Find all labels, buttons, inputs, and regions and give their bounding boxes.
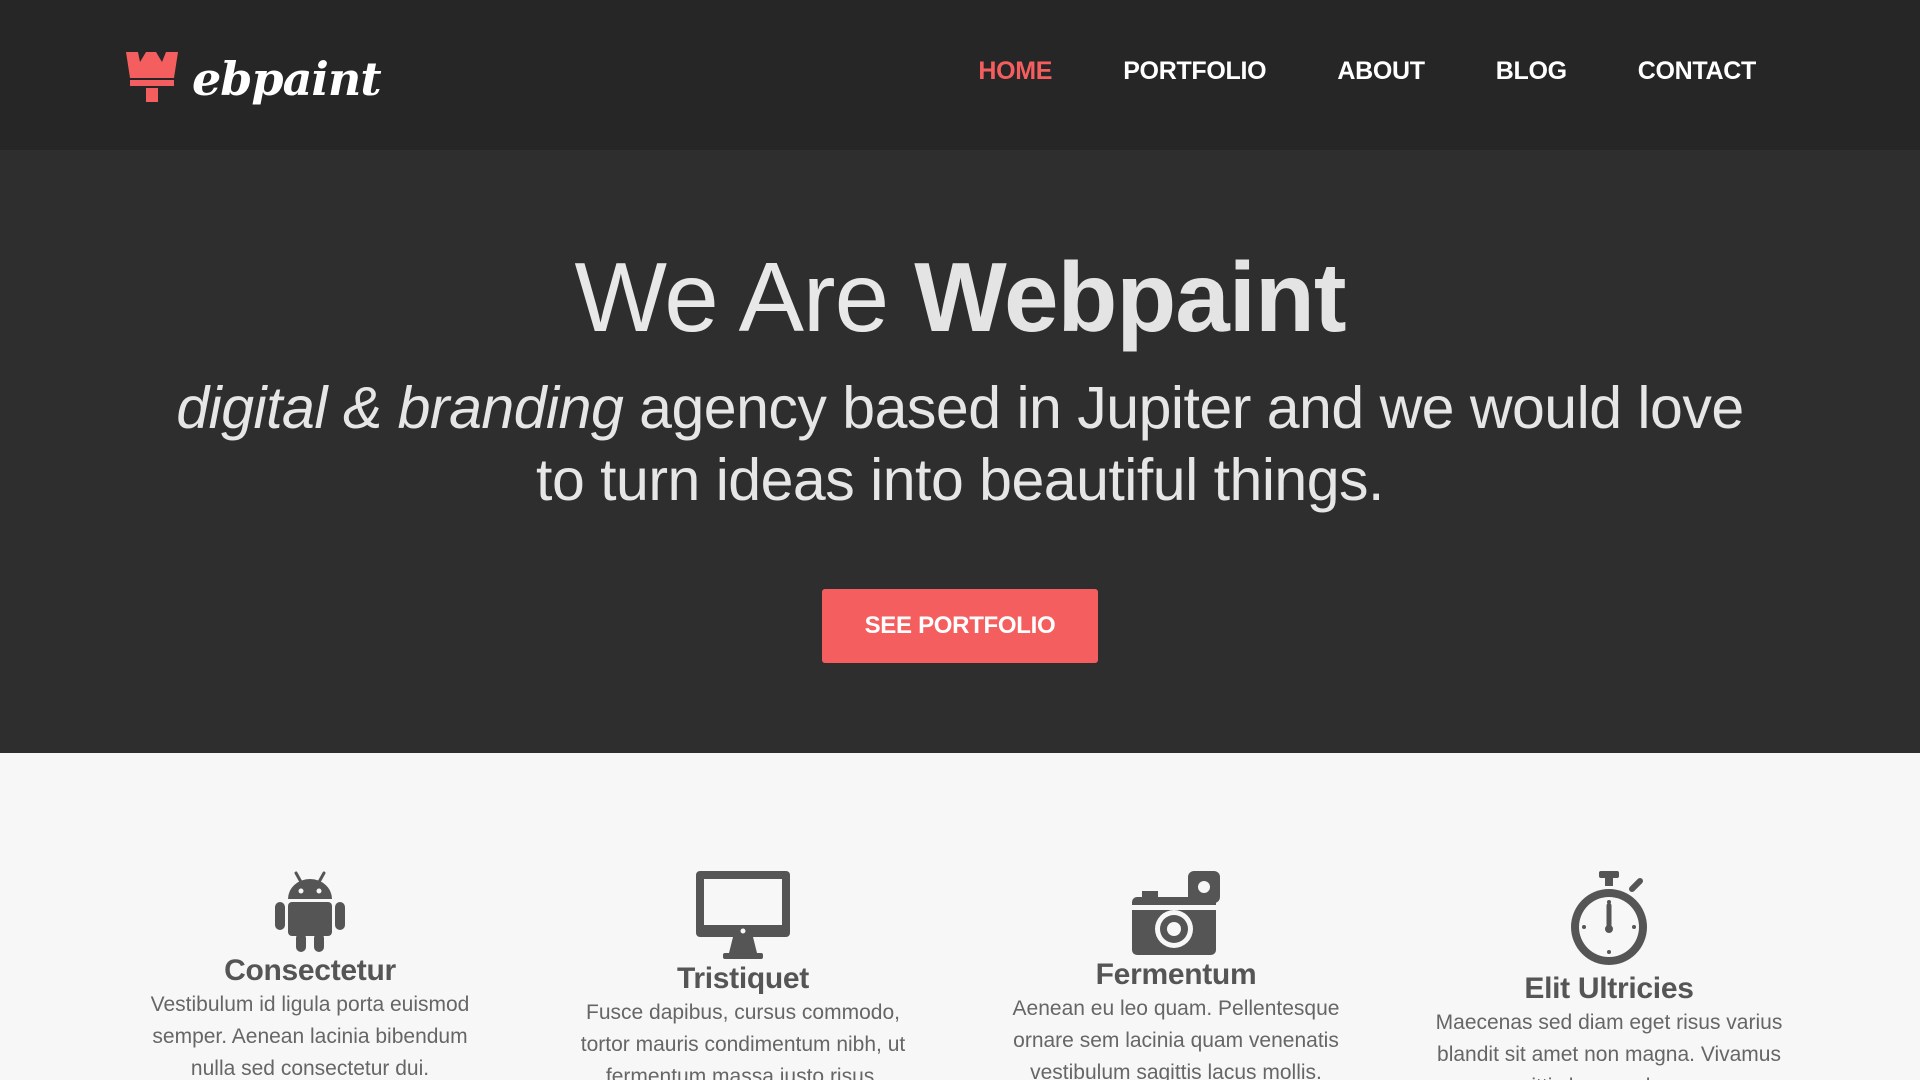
features-section: Consectetur Vestibulum id ligula porta e… xyxy=(0,753,1920,1080)
nav-item-blog[interactable]: BLOG xyxy=(1496,57,1567,86)
hero-subtitle-italic: digital & branding xyxy=(176,375,624,441)
stopwatch-icon xyxy=(1571,871,1647,965)
nav-item-portfolio[interactable]: PORTFOLIO xyxy=(1123,57,1266,86)
feature-card: Elit Ultricies Maecenas sed diam eget ri… xyxy=(1429,871,1789,1080)
monitor-icon xyxy=(696,871,790,959)
logo-text: ebpaint xyxy=(192,52,382,106)
feature-text: Aenean eu leo quam. Pellentesque ornare … xyxy=(1012,997,1340,1080)
feature-text: Maecenas sed diam eget risus varius blan… xyxy=(1435,1011,1783,1080)
feature-title: Tristiquet xyxy=(676,962,809,995)
paint-brush-logo-icon xyxy=(126,52,178,102)
nav-item-contact[interactable]: CONTACT xyxy=(1638,57,1757,86)
feature-title: Elit Ultricies xyxy=(1524,972,1694,1005)
feature-text: Vestibulum id ligula porta euismod sempe… xyxy=(150,993,470,1080)
hero-section: We Are Webpaint digital & branding agenc… xyxy=(0,150,1920,753)
feature-text: Fusce dapibus, cursus commodo, tortor ma… xyxy=(580,1001,906,1080)
android-icon xyxy=(275,871,345,952)
camera-icon xyxy=(1132,871,1220,955)
hero-title-bold: Webpaint xyxy=(914,242,1346,352)
feature-card: Consectetur Vestibulum id ligula porta e… xyxy=(130,871,490,1080)
hero-title-light: We Are xyxy=(574,242,915,352)
nav-item-about[interactable]: ABOUT xyxy=(1337,57,1425,86)
feature-card: Fermentum Aenean eu leo quam. Pellentesq… xyxy=(996,871,1356,1080)
logo-link[interactable]: ebpaint xyxy=(126,44,382,114)
see-portfolio-button[interactable]: SEE PORTFOLIO xyxy=(822,589,1098,663)
navbar: ebpaint HOME PORTFOLIO ABOUT BLOG CONTAC… xyxy=(0,0,1920,150)
nav-item-home[interactable]: HOME xyxy=(978,57,1052,86)
feature-title: Consectetur xyxy=(224,954,396,987)
main-nav: HOME PORTFOLIO ABOUT BLOG CONTACT xyxy=(907,57,1756,86)
feature-card: Tristiquet Fusce dapibus, cursus commodo… xyxy=(563,871,923,1080)
hero-subtitle-rest: agency based in Jupiter and we would lov… xyxy=(536,375,1744,513)
feature-title: Fermentum xyxy=(1095,958,1257,991)
hero-title: We Are Webpaint xyxy=(0,248,1920,346)
hero-subtitle: digital & branding agency based in Jupit… xyxy=(160,372,1760,516)
